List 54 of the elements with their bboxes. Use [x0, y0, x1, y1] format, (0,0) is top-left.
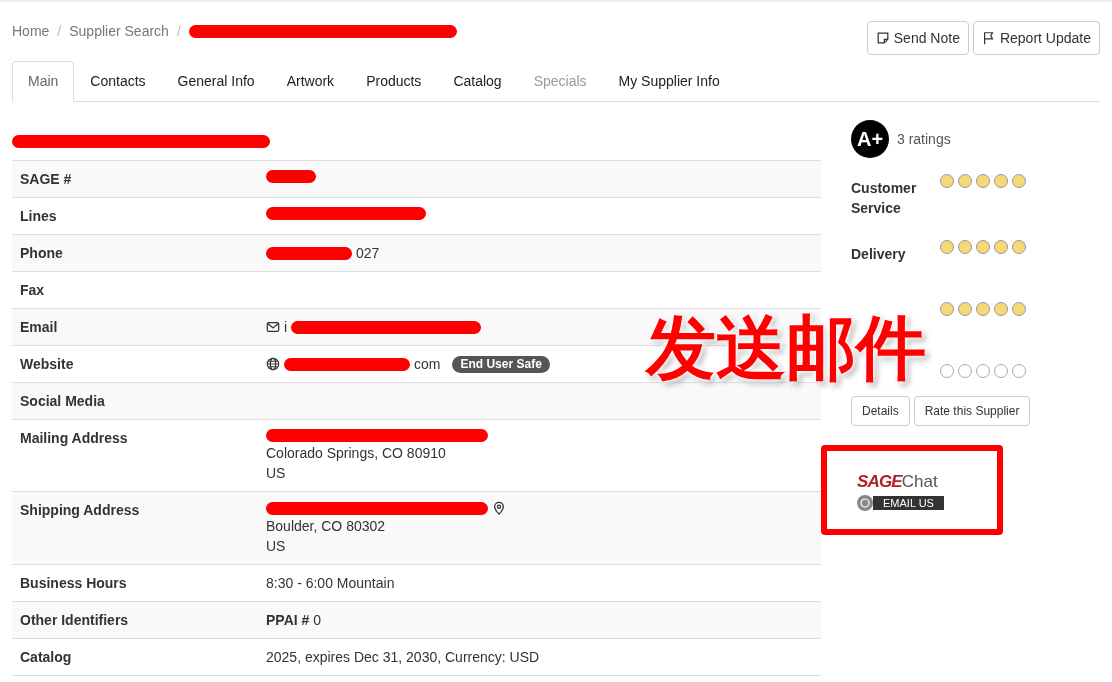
field-label: Phone	[19, 244, 64, 262]
field-value: Colorado Springs, CO 80910	[266, 444, 446, 462]
rating-category: Customer Service	[851, 179, 918, 218]
field-label: Mailing Address	[19, 429, 129, 448]
breadcrumb-link[interactable]: Home	[12, 21, 50, 42]
tab[interactable]: Contacts	[74, 61, 162, 102]
mail-icon	[266, 320, 280, 334]
breadcrumb-link[interactable]: Supplier Search	[69, 21, 169, 42]
breadcrumb-separator: /	[176, 22, 181, 41]
field-label: Business Hours	[19, 574, 128, 592]
tab[interactable]: General Info	[161, 61, 271, 102]
redaction-mark	[266, 170, 316, 183]
annotation-text: 发送邮件	[646, 308, 926, 389]
field-value: i	[284, 318, 288, 336]
field-label: Email	[19, 318, 59, 336]
field-value: Boulder, CO 80302	[266, 517, 386, 535]
tab[interactable]: My Supplier Info	[602, 61, 736, 102]
rating-button[interactable]: Details	[851, 396, 910, 426]
field-label: Other Identifiers	[19, 611, 130, 629]
field-value: 8:30 - 6:00 Mountain	[266, 574, 395, 592]
tab[interactable]: Catalog	[437, 61, 518, 102]
end-user-safe-badge: End User Safe	[452, 355, 550, 373]
note-icon	[875, 31, 890, 45]
tab[interactable]: Products	[350, 61, 438, 102]
field-value: US	[266, 464, 286, 482]
field-label: Shipping Address	[19, 501, 141, 520]
field-label: Catalog	[19, 648, 73, 666]
chat-brand: SAGE	[857, 471, 902, 494]
globe-icon	[266, 357, 280, 371]
rating-category: Delivery	[851, 245, 907, 264]
chat-product: Chat	[901, 471, 938, 494]
grade-badge: A+	[851, 120, 889, 158]
email-us-button[interactable]: EMAIL US	[873, 495, 944, 510]
tab[interactable]: Artwork	[270, 61, 351, 102]
field-label: Website	[19, 355, 75, 373]
action-button[interactable]: Send Note	[866, 21, 969, 55]
field-label: Lines	[19, 207, 58, 225]
field-label: Social Media	[19, 392, 106, 410]
field-value: 2025, expires Dec 31, 2030, Currency: USD	[266, 648, 540, 666]
chat-bubble-icon	[857, 494, 873, 511]
breadcrumb-separator: /	[57, 22, 62, 41]
field-value: com	[414, 355, 441, 373]
field-value: 0	[313, 611, 322, 629]
field-label: Fax	[19, 281, 46, 299]
field-value-label: PPAI #	[266, 611, 310, 629]
rating-button[interactable]: Rate this Supplier	[913, 396, 1031, 426]
location-pin-icon	[492, 501, 506, 515]
field-value: US	[266, 537, 286, 555]
tab[interactable]: Main	[12, 61, 75, 102]
field-value: 027	[356, 244, 380, 262]
action-button[interactable]: Report Update	[972, 21, 1100, 55]
field-label: SAGE #	[19, 170, 73, 188]
flag-icon	[981, 31, 996, 45]
ratings-count: 3 ratings	[897, 129, 951, 149]
